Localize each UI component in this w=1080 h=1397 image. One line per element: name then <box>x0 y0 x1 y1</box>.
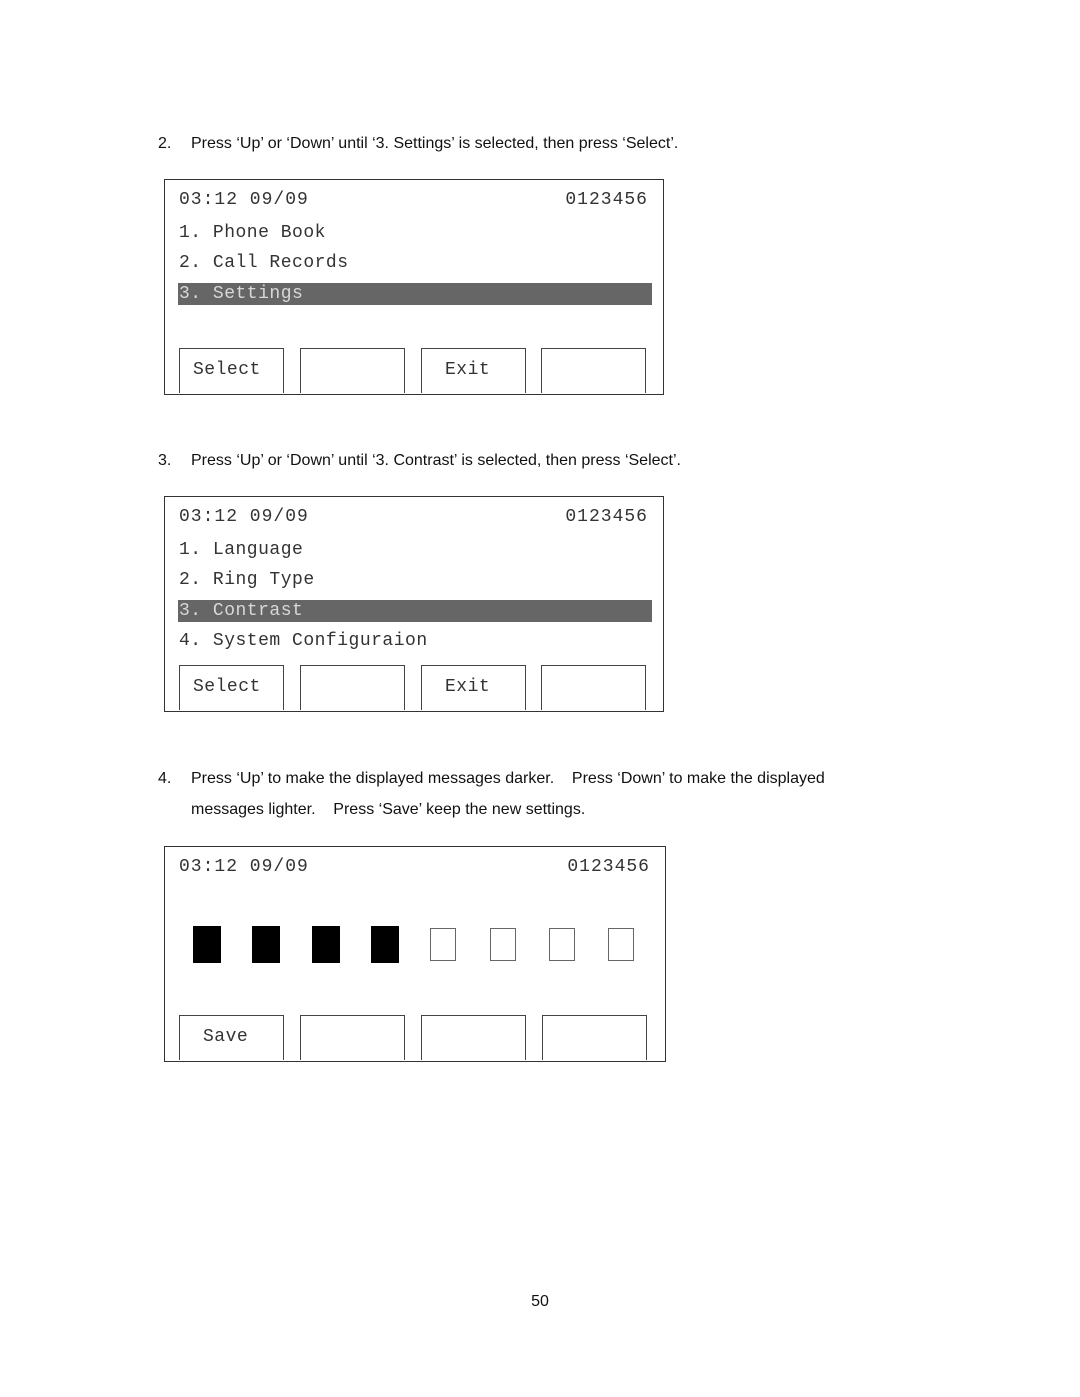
contrast-bar-empty <box>548 928 575 961</box>
phone-number: 0123456 <box>565 507 648 527</box>
time-date: 03:12 09/09 <box>179 507 309 527</box>
step-text: Press ‘Up’ or ‘Down’ until ‘3. Settings’… <box>191 135 679 152</box>
softkey-label: Select <box>193 360 261 380</box>
softkey-select[interactable]: Select <box>179 348 284 393</box>
phone-number: 0123456 <box>567 857 650 877</box>
menu-item-settings-selected[interactable]: 3. Settings <box>178 283 652 305</box>
lcd-screen-settings-menu: 03:12 09/09 0123456 1. Language 2. Ring … <box>164 496 664 712</box>
lcd-screen-main-menu: 03:12 09/09 0123456 1. Phone Book 2. Cal… <box>164 179 664 395</box>
menu-item-ring-type[interactable]: 2. Ring Type <box>178 569 652 591</box>
contrast-bar-filled <box>370 926 399 963</box>
contrast-bar-empty <box>608 928 635 961</box>
time-date: 03:12 09/09 <box>179 857 309 877</box>
contrast-bar-filled <box>311 926 340 963</box>
softkey-blank-2[interactable] <box>300 1015 405 1060</box>
step-text-line-2: messages lighter. Press ‘Save’ keep the … <box>191 801 586 818</box>
softkey-exit[interactable]: Exit <box>421 348 526 393</box>
menu-item-phone-book[interactable]: 1. Phone Book <box>178 222 652 244</box>
page-number: 50 <box>531 1293 549 1310</box>
softkey-save[interactable]: Save <box>179 1015 284 1060</box>
contrast-bar-empty <box>489 928 516 961</box>
softkey-blank-3[interactable] <box>421 1015 526 1060</box>
contrast-bar-filled <box>252 926 281 963</box>
step-number: 4. <box>158 770 172 787</box>
menu-item-system-configuration[interactable]: 4. System Configuraion <box>178 630 652 652</box>
softkey-label: Exit <box>445 677 491 697</box>
softkey-select[interactable]: Select <box>179 665 284 710</box>
step-number: 3. <box>158 452 172 469</box>
menu-item-language[interactable]: 1. Language <box>178 539 652 561</box>
softkey-label: Save <box>203 1027 249 1047</box>
softkey-blank-4[interactable] <box>541 348 646 393</box>
step-number: 2. <box>158 135 172 152</box>
lcd-screen-contrast: 03:12 09/09 0123456 Save <box>164 846 666 1062</box>
time-date: 03:12 09/09 <box>179 190 309 210</box>
contrast-bar-empty <box>430 928 457 961</box>
softkey-blank-4[interactable] <box>542 1015 647 1060</box>
menu-item-call-records[interactable]: 2. Call Records <box>178 252 652 274</box>
step-text: Press ‘Up’ or ‘Down’ until ‘3. Contrast’… <box>191 452 681 469</box>
phone-number: 0123456 <box>565 190 648 210</box>
softkey-blank-2[interactable] <box>300 665 405 710</box>
contrast-bar-filled <box>193 926 221 963</box>
softkey-label: Select <box>193 677 261 697</box>
softkey-exit[interactable]: Exit <box>421 665 526 710</box>
menu-item-contrast-selected[interactable]: 3. Contrast <box>178 600 652 622</box>
softkey-blank-4[interactable] <box>541 665 646 710</box>
softkey-label: Exit <box>445 360 491 380</box>
softkey-blank-2[interactable] <box>300 348 405 393</box>
step-text-line-1: Press ‘Up’ to make the displayed message… <box>191 770 825 787</box>
